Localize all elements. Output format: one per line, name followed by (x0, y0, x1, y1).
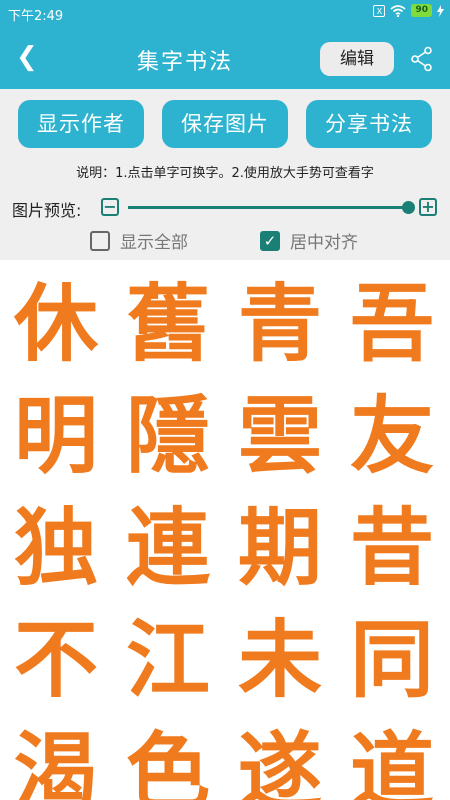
charging-icon (437, 4, 444, 17)
status-bar: 下午2:49 X 90 (0, 0, 450, 26)
character-cell[interactable]: 明 (0, 380, 112, 492)
character-cell[interactable]: 未 (224, 604, 336, 716)
character-cell[interactable]: 友 (336, 380, 448, 492)
show-author-button[interactable]: 显示作者 (18, 100, 144, 148)
edit-button[interactable]: 编辑 (320, 42, 394, 76)
character-cell[interactable]: 不 (0, 604, 112, 716)
character-cell[interactable]: 休 (0, 268, 112, 380)
character-cell[interactable]: 江 (112, 604, 224, 716)
character-cell[interactable]: 色 (112, 716, 224, 800)
share-calligraphy-button[interactable]: 分享书法 (306, 100, 432, 148)
center-align-checkbox[interactable]: ✓ 居中对齐 (260, 228, 358, 253)
center-align-box[interactable]: ✓ (260, 230, 280, 251)
page-title: 集字书法 (136, 50, 233, 75)
character-cell[interactable]: 雲 (224, 380, 336, 492)
instruction-text: 说明：1.点击单字可换字。2.使用放大手势可查看字 (76, 166, 374, 181)
app-bar: ❮ 集字书法 编辑 (0, 26, 450, 89)
preview-slider-thumb[interactable] (402, 201, 415, 214)
character-cell[interactable]: 遂 (224, 716, 336, 800)
character-cell[interactable]: 舊 (112, 268, 224, 380)
character-cell[interactable]: 連 (112, 492, 224, 604)
status-icons: X 90 (373, 4, 444, 17)
controls-panel: 显示作者 保存图片 分享书法 说明：1.点击单字可换字。2.使用放大手势可查看字… (0, 89, 450, 260)
sim-icon: X (373, 4, 386, 17)
save-image-button[interactable]: 保存图片 (162, 100, 288, 148)
preview-slider-track[interactable] (128, 206, 410, 209)
preview-label: 图片预览: (12, 201, 82, 220)
character-cell[interactable]: 期 (224, 492, 336, 604)
character-cell[interactable]: 同 (336, 604, 448, 716)
show-all-label: 显示全部 (120, 233, 188, 253)
center-align-label: 居中对齐 (290, 233, 358, 253)
show-all-checkbox[interactable]: 显示全部 (90, 228, 188, 253)
character-cell[interactable]: 青 (224, 268, 336, 380)
wifi-icon (390, 4, 406, 17)
show-all-box[interactable] (90, 230, 110, 251)
zoom-out-button[interactable]: − (101, 198, 119, 216)
status-time: 下午2:49 (8, 9, 64, 24)
character-cell[interactable]: 吾 (336, 268, 448, 380)
battery-icon: 90 (411, 4, 432, 17)
character-cell[interactable]: 渴 (0, 716, 112, 800)
character-cell[interactable]: 独 (0, 492, 112, 604)
character-cell[interactable]: 道 (336, 716, 448, 800)
zoom-in-button[interactable]: + (419, 198, 437, 216)
character-cell[interactable]: 隱 (112, 380, 224, 492)
character-cell[interactable]: 昔 (336, 492, 448, 604)
share-icon[interactable] (410, 46, 434, 72)
calligraphy-grid: 休 舊 青 吾 明 隱 雲 友 独 連 期 昔 不 江 未 同 渴 色 遂 道 (0, 260, 450, 800)
